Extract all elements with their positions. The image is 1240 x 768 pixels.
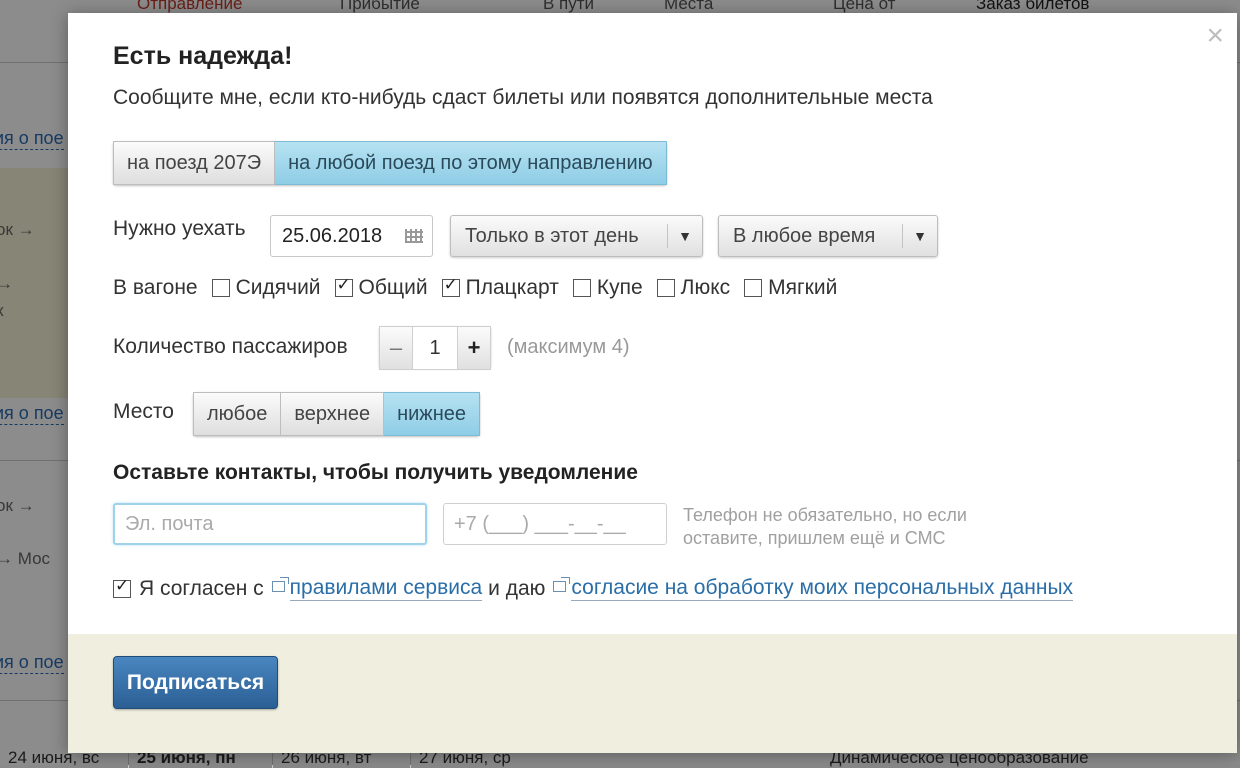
scope-this-train[interactable]: на поезд 207Э [113, 141, 276, 185]
checkbox-soft[interactable]: Мягкий [744, 276, 837, 300]
consent-checkbox[interactable] [113, 576, 131, 598]
rules-link[interactable]: правилами сервиса [289, 576, 483, 601]
increment-button[interactable]: + [457, 326, 491, 370]
train-scope-toggle: на поезд 207Э на любой поезд по этому на… [113, 141, 667, 185]
checkbox-box[interactable] [211, 279, 230, 297]
phone-hint: Телефон не обязательно, но если оставите… [683, 504, 967, 550]
passenger-stepper: – 1 + [379, 326, 491, 370]
checkbox-box[interactable] [656, 279, 675, 297]
time-mode-select[interactable]: В любое время ▼ [718, 215, 938, 257]
chevron-down-icon: ▼ [667, 224, 702, 248]
chevron-down-icon: ▼ [902, 224, 937, 248]
personal-data-link[interactable]: согласие на обработку моих персональных … [571, 576, 1074, 601]
consent-row: Я согласен с правилами сервиса и даю сог… [113, 576, 1074, 601]
day-mode-select[interactable]: Только в этот день ▼ [450, 215, 703, 257]
modal-subtitle: Сообщите мне, если кто-нибудь сдаст биле… [113, 86, 933, 109]
checkbox-box[interactable] [572, 279, 591, 297]
checkbox-box[interactable] [744, 279, 763, 297]
consent-text: и даю [488, 576, 546, 600]
phone-field[interactable] [443, 503, 667, 545]
day-mode-value: Только в этот день [465, 225, 639, 247]
car-type-label: В вагоне [113, 276, 198, 299]
date-value: 25.06.2018 [282, 225, 383, 247]
checkbox-label: Плацкарт [465, 276, 559, 299]
checkbox-platzkart[interactable]: Плацкарт [441, 275, 559, 300]
phone-hint-line: Телефон не обязательно, но если [683, 505, 967, 525]
decrement-button[interactable]: – [379, 326, 413, 370]
car-type-row: В вагоне Сидячий Общий Плацкарт Купе Люк… [113, 275, 851, 301]
notify-modal: × Есть надежда! Сообщите мне, если кто-н… [68, 13, 1237, 753]
passengers-label: Количество пассажиров [113, 335, 348, 358]
phone-hint-line: оставите, пришлем ещё и СМС [683, 528, 946, 548]
calendar-icon[interactable] [405, 229, 423, 243]
seat-toggle: любое верхнее нижнее [193, 392, 480, 436]
checkbox-coupe[interactable]: Купе [572, 276, 643, 300]
consent-text: Я согласен с [139, 576, 264, 600]
checkbox-common[interactable]: Общий [334, 275, 428, 300]
seat-label: Место [113, 400, 174, 423]
seat-lower[interactable]: нижнее [384, 392, 480, 436]
passengers-hint: (максимум 4) [507, 336, 630, 358]
subscribe-button[interactable]: Подписаться [113, 656, 278, 709]
checkbox-lux[interactable]: Люкс [656, 276, 731, 300]
checkbox-box[interactable] [334, 275, 353, 297]
checkbox-label: Общий [358, 276, 428, 299]
checkbox-label: Люкс [680, 276, 731, 299]
departure-label: Нужно уехать [113, 217, 246, 240]
external-link-icon [271, 577, 289, 592]
modal-footer: Подписаться [68, 634, 1237, 753]
seat-any[interactable]: любое [193, 392, 282, 436]
checkbox-seated[interactable]: Сидячий [211, 276, 321, 300]
checkbox-label: Мягкий [768, 276, 838, 299]
seat-upper[interactable]: верхнее [281, 392, 385, 436]
passenger-count: 1 [413, 326, 457, 370]
email-field[interactable] [113, 503, 427, 545]
external-link-icon [553, 577, 571, 592]
contacts-title: Оставьте контакты, чтобы получить уведом… [113, 461, 638, 484]
date-field[interactable]: 25.06.2018 [270, 215, 433, 257]
close-icon[interactable]: × [1206, 21, 1224, 51]
modal-title: Есть надежда! [113, 42, 293, 70]
scope-any-train[interactable]: на любой поезд по этому направлению [275, 141, 667, 185]
checkbox-label: Сидячий [235, 276, 321, 299]
time-mode-value: В любое время [733, 225, 876, 247]
checkbox-label: Купе [596, 276, 643, 299]
checkbox-box[interactable] [441, 275, 460, 297]
